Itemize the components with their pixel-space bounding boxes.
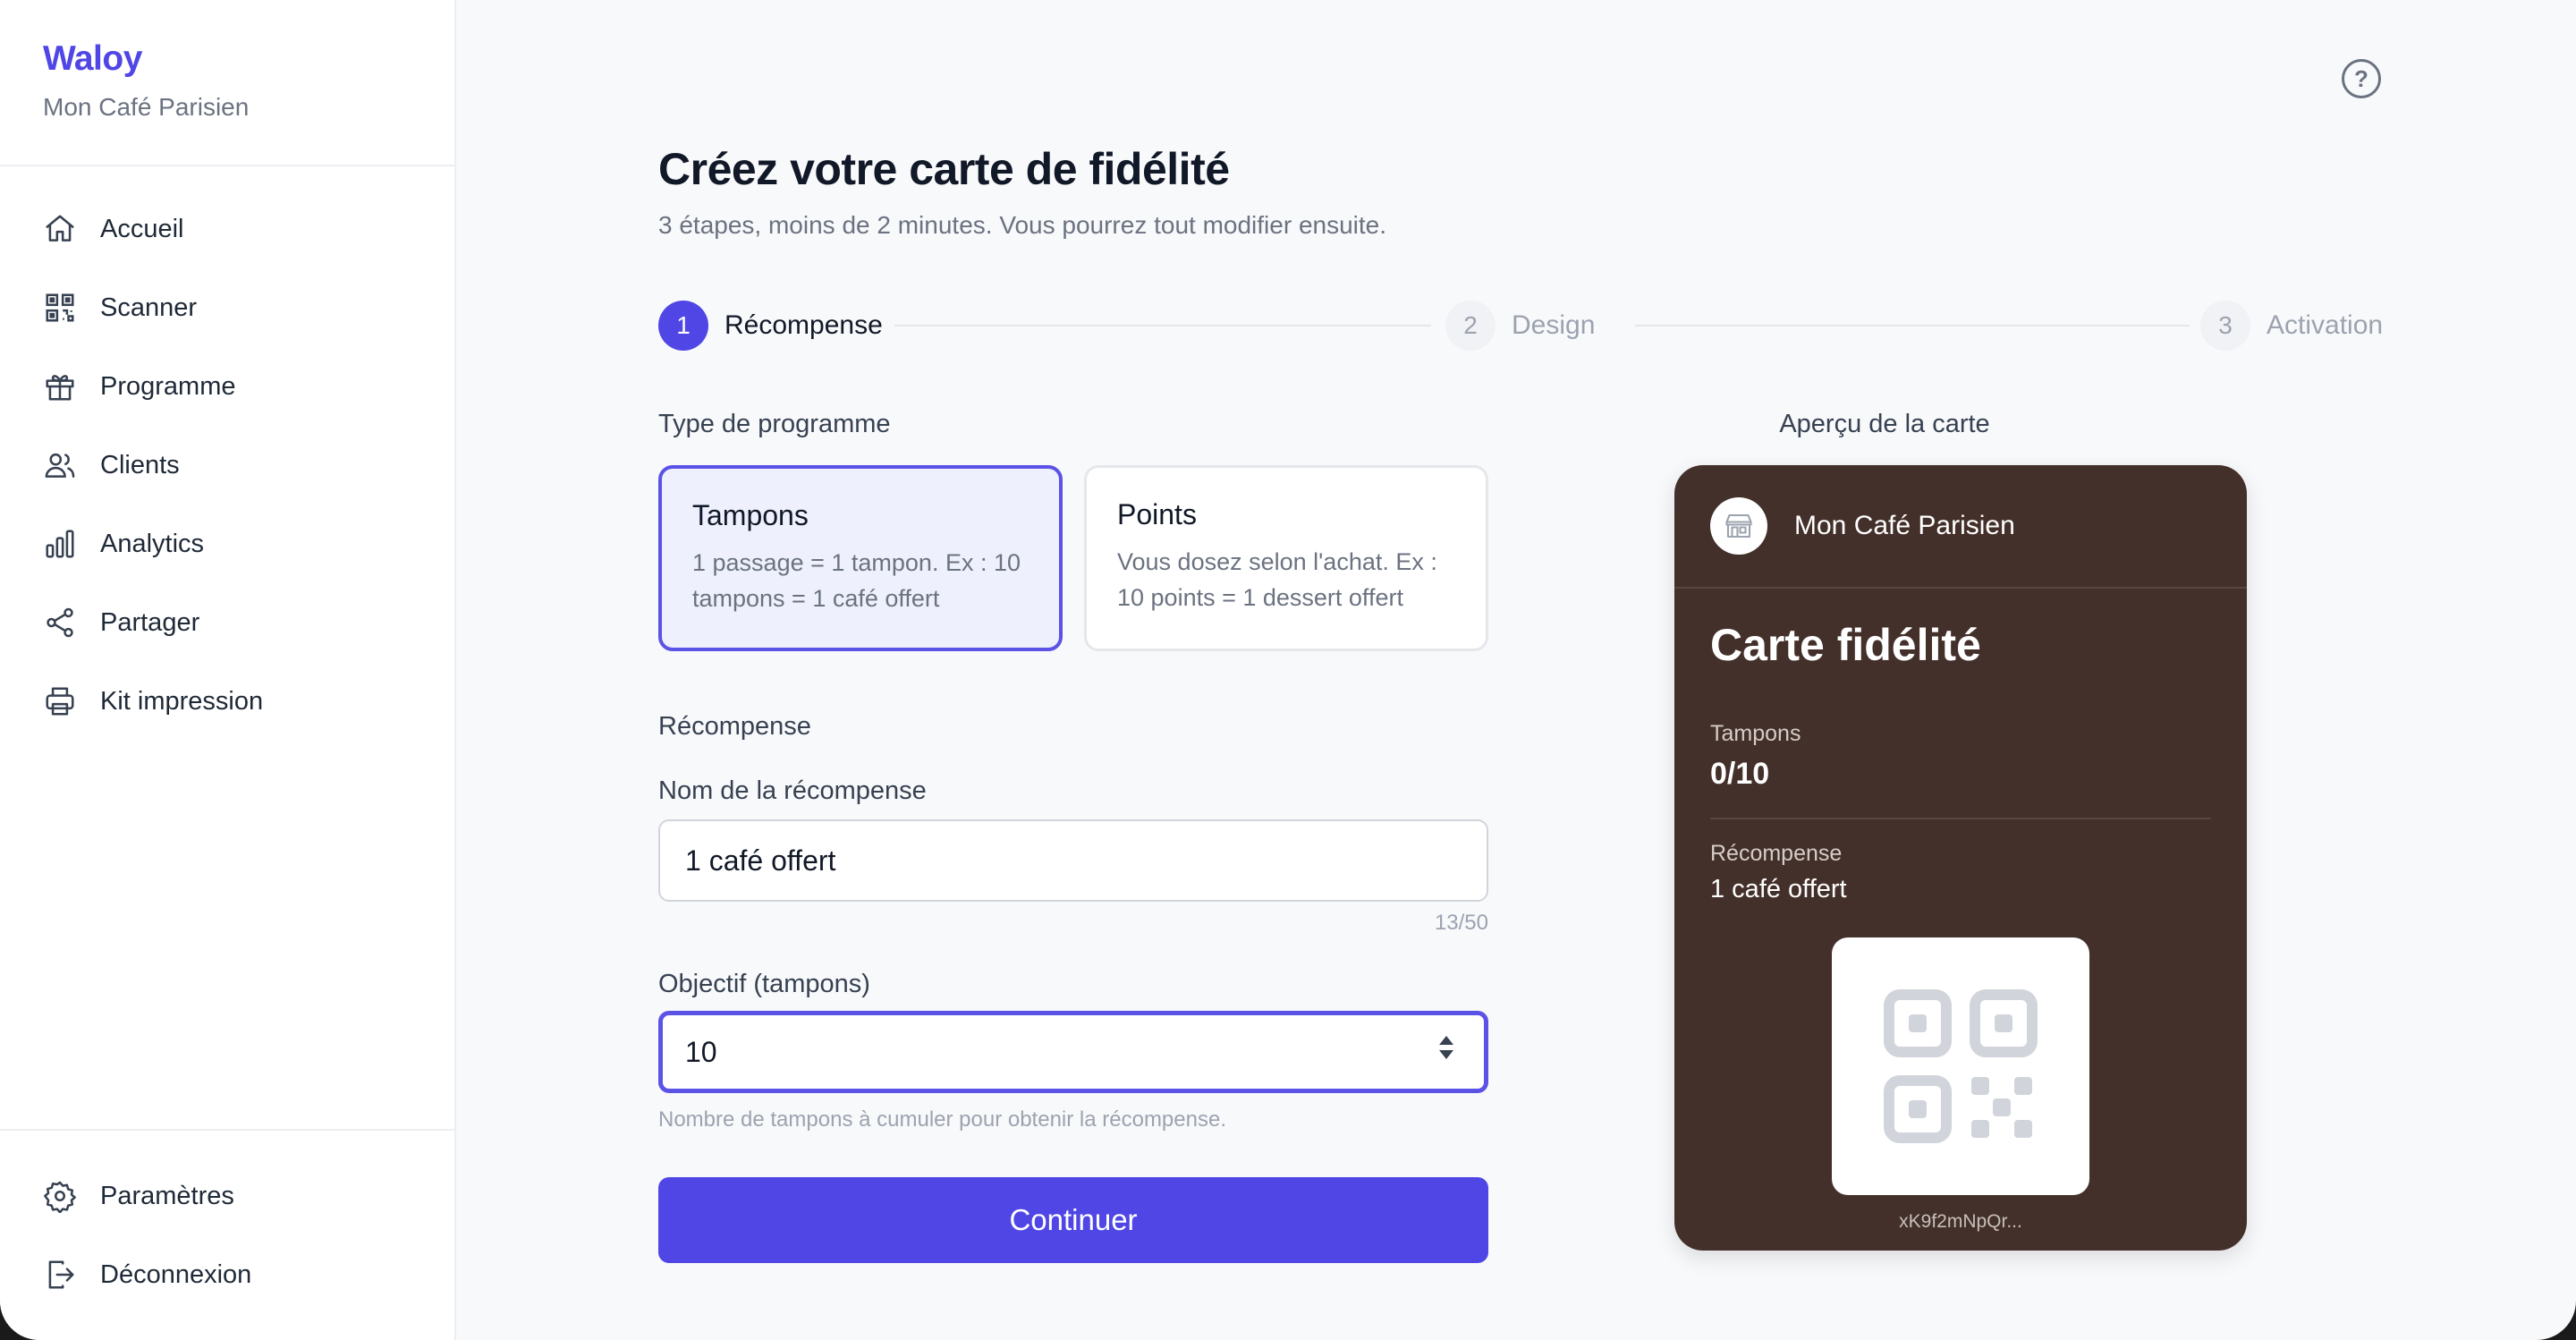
card-title: Carte fidélité — [1710, 620, 1981, 670]
goal-stepper[interactable] — [1433, 1030, 1460, 1073]
increment-icon[interactable] — [1439, 1036, 1453, 1045]
qr-code-icon — [1884, 989, 2038, 1143]
decrement-icon[interactable] — [1439, 1050, 1453, 1059]
program-type-label: Type de programme — [658, 410, 891, 438]
reward-name-label: Nom de la récompense — [658, 776, 927, 805]
program-type-points[interactable]: Points Vous dosez selon l'achat. Ex : 10… — [1084, 465, 1488, 651]
qr-icon — [46, 293, 74, 322]
step-recompense: 1 Récompense — [658, 301, 883, 351]
home-icon — [46, 215, 74, 242]
main-content: ? Créez votre carte de fidélité 3 étapes… — [458, 0, 2576, 1340]
sidebar-item-label: Programme — [100, 371, 236, 401]
sidebar-item-label: Analytics — [100, 529, 205, 558]
users-icon — [45, 453, 75, 478]
page-subtitle: 3 étapes, moins de 2 minutes. Vous pourr… — [658, 211, 1387, 239]
goal-input[interactable] — [658, 1011, 1488, 1093]
sidebar-item-scanner[interactable]: Scanner — [0, 268, 456, 347]
goal-label: Objectif (tampons) — [658, 970, 870, 998]
sidebar-item-deconnexion[interactable]: Déconnexion — [0, 1235, 456, 1314]
sidebar-item-label: Clients — [100, 450, 180, 479]
sidebar-divider — [0, 165, 456, 166]
stepper: 1 Récompense 2 Design 3 Activation — [658, 301, 2383, 351]
sidebar-item-kit-impression[interactable]: Kit impression — [0, 662, 456, 741]
step-label: Récompense — [724, 310, 883, 340]
card-qr — [1832, 937, 2089, 1195]
program-type-tampons[interactable]: Tampons 1 passage = 1 tampon. Ex : 10 ta… — [658, 465, 1063, 651]
step-number: 1 — [658, 301, 708, 351]
step-number: 2 — [1445, 301, 1496, 351]
sidebar-item-label: Scanner — [100, 293, 198, 322]
sidebar-item-label: Paramètres — [100, 1181, 234, 1210]
step-connector — [1635, 325, 2190, 327]
card-shop-name: Mon Café Parisien — [1794, 511, 2015, 540]
sidebar-item-label: Déconnexion — [100, 1259, 252, 1289]
printer-icon — [46, 687, 74, 716]
card-stamps-label: Tampons — [1710, 721, 1801, 746]
loyalty-card-preview: Mon Café Parisien Carte fidélité Tampons… — [1674, 465, 2247, 1251]
card-code: xK9f2mNpQr... — [1899, 1211, 2022, 1232]
step-design: 2 Design — [1445, 301, 1595, 351]
sidebar-nav: Accueil Scanner Programme Clients Analyt… — [0, 190, 456, 741]
sidebar-item-clients[interactable]: Clients — [0, 426, 456, 505]
sidebar: Waloy Mon Café Parisien Accueil Scanner … — [0, 0, 456, 1340]
preview-label: Aperçu de la carte — [1779, 410, 1990, 438]
sidebar-item-programme[interactable]: Programme — [0, 347, 456, 426]
continue-button[interactable]: Continuer — [658, 1177, 1488, 1263]
goal-hint: Nombre de tampons à cumuler pour obtenir… — [658, 1107, 1226, 1132]
sidebar-divider — [0, 1129, 456, 1131]
help-icon: ? — [2354, 64, 2368, 92]
sidebar-item-analytics[interactable]: Analytics — [0, 505, 456, 583]
card-header: Mon Café Parisien — [1674, 465, 2247, 589]
reward-name-counter: 13/50 — [1434, 911, 1488, 935]
type-description: Vous dosez selon l'achat. Ex : 10 points… — [1117, 548, 1437, 611]
brand: Waloy Mon Café Parisien — [43, 39, 249, 122]
help-button[interactable]: ? — [2342, 59, 2381, 98]
card-stamps-value: 0/10 — [1710, 757, 1770, 791]
gift-icon — [46, 375, 74, 401]
gear-icon — [44, 1181, 76, 1213]
sidebar-item-partager[interactable]: Partager — [0, 583, 456, 662]
sidebar-item-label: Kit impression — [100, 686, 264, 716]
type-description: 1 passage = 1 tampon. Ex : 10 tampons = … — [692, 549, 1021, 612]
bar-chart-icon — [46, 530, 74, 558]
type-title: Points — [1117, 498, 1197, 530]
card-reward-value: 1 café offert — [1710, 875, 1847, 903]
card-reward-label: Récompense — [1710, 841, 1843, 866]
sidebar-item-label: Accueil — [100, 214, 184, 243]
sidebar-bottom-nav: Paramètres Déconnexion — [0, 1157, 456, 1314]
brand-name[interactable]: Waloy — [43, 39, 249, 79]
reward-section-label: Récompense — [658, 712, 811, 741]
logout-icon — [48, 1260, 74, 1289]
step-label: Activation — [2267, 310, 2384, 340]
share-icon — [47, 607, 73, 638]
page-title: Créez votre carte de fidélité — [658, 144, 1230, 194]
step-number: 3 — [2200, 301, 2250, 351]
type-title: Tampons — [692, 499, 809, 531]
sidebar-item-accueil[interactable]: Accueil — [0, 190, 456, 268]
sidebar-item-label: Partager — [100, 607, 200, 637]
app-window: Waloy Mon Café Parisien Accueil Scanner … — [0, 0, 2576, 1340]
card-divider — [1710, 818, 2211, 819]
step-connector — [894, 325, 1431, 327]
sidebar-item-parametres[interactable]: Paramètres — [0, 1157, 456, 1235]
shop-name: Mon Café Parisien — [43, 93, 250, 121]
reward-name-input[interactable] — [658, 819, 1488, 902]
step-activation: 3 Activation — [2200, 301, 2383, 351]
step-label: Design — [1512, 310, 1596, 340]
store-icon — [1710, 497, 1767, 555]
